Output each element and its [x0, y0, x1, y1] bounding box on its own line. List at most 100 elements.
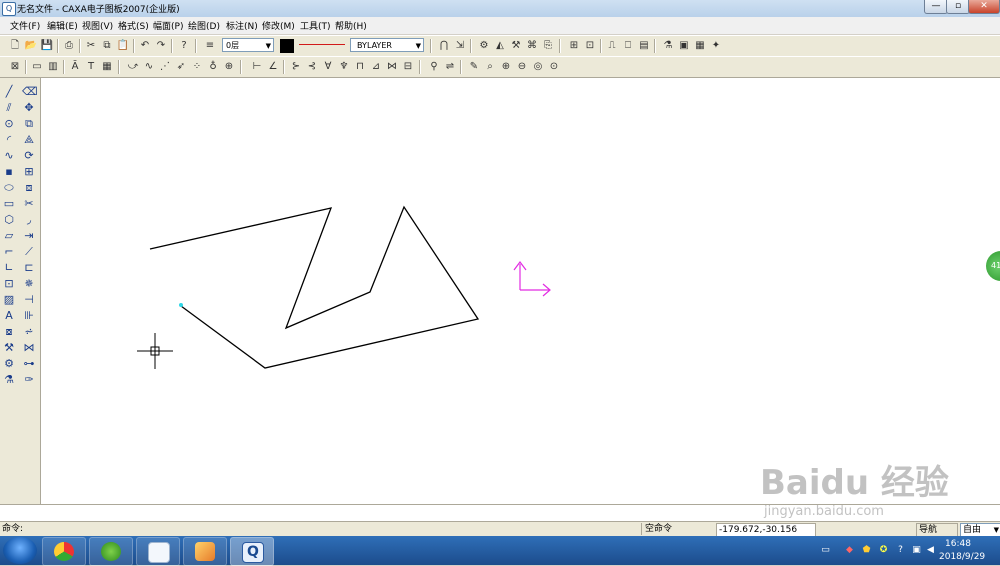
tool-icon-f[interactable]: ⁘ — [190, 60, 204, 74]
rectangle-tool-icon[interactable]: ▭ — [2, 197, 16, 211]
sheet-icon-c[interactable]: ▤ — [637, 39, 651, 53]
display-icon[interactable]: ▣ — [911, 545, 922, 556]
tool-icon-t[interactable]: ⋈ — [22, 341, 36, 355]
pointer-tool-icon[interactable]: ➶ — [174, 60, 188, 74]
help-icon[interactable]: ? — [895, 545, 906, 556]
point-tool-icon[interactable]: ▪ — [2, 165, 16, 179]
copy-icon[interactable]: ⧉ — [100, 39, 114, 53]
frame-icon[interactable]: ▭ — [30, 60, 44, 74]
sheet-icon-a[interactable]: ⎍ — [605, 39, 619, 53]
sheet-icon-b[interactable]: ⎕ — [621, 39, 635, 53]
layer-tool-icon[interactable]: ⧇ — [2, 325, 16, 339]
block-icon[interactable]: ⊞ — [567, 39, 581, 53]
new-file-icon[interactable]: 🗋 — [8, 39, 22, 53]
taskbar-app-chrome[interactable] — [42, 537, 86, 566]
center-line-icon[interactable]: ⌐ — [2, 245, 16, 259]
tool-icon-q[interactable]: ⚲ — [427, 60, 441, 74]
tool-icon-e[interactable]: ⎘ — [541, 39, 555, 53]
curve-tool-b-icon[interactable]: ∿ — [142, 60, 156, 74]
text-style-icon[interactable]: Ā — [68, 60, 82, 74]
tool-icon-m[interactable]: ⊓ — [353, 60, 367, 74]
tool-icon-x[interactable]: ✑ — [22, 373, 36, 387]
spline-tool-icon[interactable]: ∿ — [2, 149, 16, 163]
dimension-angle-icon[interactable]: ∠ — [266, 60, 280, 74]
pan-icon[interactable]: ✎ — [467, 60, 481, 74]
tool-icon-i[interactable]: ⊱ — [289, 60, 303, 74]
print-icon[interactable]: ⎙ — [62, 39, 76, 53]
menu-sheet[interactable]: 幅面(P) — [153, 19, 183, 32]
grid-icon[interactable]: ⊠ — [8, 60, 22, 74]
zoom-in-icon[interactable]: ⊕ — [499, 60, 513, 74]
title-block-icon[interactable]: ▥ — [46, 60, 60, 74]
menu-modify[interactable]: 修改(M) — [262, 19, 295, 32]
curve-tool-c-icon[interactable]: ⋰ — [158, 60, 172, 74]
tool-icon-u[interactable]: ⚙ — [2, 357, 16, 371]
volume-icon[interactable]: ◀ — [925, 545, 936, 556]
maximize-button[interactable]: ▫ — [946, 0, 970, 14]
move-icon[interactable]: ✥ — [22, 101, 36, 115]
color-swatch[interactable] — [280, 39, 294, 53]
minimize-button[interactable]: — — [924, 0, 948, 14]
paste-icon[interactable]: 📋 — [116, 39, 130, 53]
tool-icon-r[interactable]: ⇌ — [443, 60, 457, 74]
tool-icon-a[interactable]: ⚙ — [477, 39, 491, 53]
text-tool-icon[interactable]: A — [2, 309, 16, 323]
save-icon[interactable]: 💾 — [40, 39, 54, 53]
tool-icon-p[interactable]: ⊟ — [401, 60, 415, 74]
start-button[interactable] — [3, 537, 37, 564]
tool-icon-b[interactable]: ◭ — [493, 39, 507, 53]
open-folder-icon[interactable]: 📂 — [24, 39, 38, 53]
zoom-previous-icon[interactable]: ⊙ — [547, 60, 561, 74]
tool-icon-d[interactable]: ⌘ — [525, 39, 539, 53]
snap-mode-select[interactable]: 自由 ▼ — [960, 523, 1000, 537]
undo-icon[interactable]: ↶ — [138, 39, 152, 53]
ellipse-tool-icon[interactable]: ⬭ — [2, 181, 16, 195]
menu-file[interactable]: 文件(F) — [10, 19, 40, 32]
taskbar-app-caxa[interactable]: Q — [230, 537, 274, 566]
tool-icon-c[interactable]: ⚒ — [509, 39, 523, 53]
polygon-tool-icon[interactable]: ⬡ — [2, 213, 16, 227]
snap-mode-icon[interactable]: ⋂ — [437, 39, 451, 53]
cut-icon[interactable]: ✂ — [84, 39, 98, 53]
close-button[interactable]: ✕ — [968, 0, 1000, 14]
tool-icon-k[interactable]: ∀ — [321, 60, 335, 74]
menu-draw[interactable]: 绘图(D) — [188, 19, 220, 32]
stretch-icon[interactable]: ⊏ — [22, 261, 36, 275]
copy-tool-icon[interactable]: ⧉ — [22, 117, 36, 131]
taskbar-app-browser[interactable] — [89, 537, 133, 566]
circle-tool-icon[interactable]: ⊙ — [2, 117, 16, 131]
taskbar-app-paint[interactable] — [183, 537, 227, 566]
line-tool-icon[interactable]: ╱ — [2, 85, 16, 99]
navigation-toggle[interactable]: 导航 — [916, 523, 958, 537]
properties-icon[interactable]: ⩫ — [22, 325, 36, 339]
zoom-out-icon[interactable]: ⊖ — [515, 60, 529, 74]
trim-icon[interactable]: ✂ — [22, 197, 36, 211]
clock-date[interactable]: 2018/9/29 — [939, 552, 985, 562]
app-icon[interactable]: Q — [2, 2, 16, 16]
status-icon[interactable]: ✪ — [878, 545, 889, 556]
library-icon-c[interactable]: ▦ — [693, 39, 707, 53]
menu-format[interactable]: 格式(S) — [118, 19, 149, 32]
network-icon[interactable]: ▭ — [820, 545, 831, 556]
menu-help[interactable]: 帮助(H) — [335, 19, 367, 32]
scale-icon[interactable]: ⧈ — [22, 181, 36, 195]
taskbar-app-document[interactable] — [136, 537, 180, 566]
clock-time[interactable]: 16:48 — [945, 539, 971, 549]
library-icon-b[interactable]: ▣ — [677, 39, 691, 53]
dimension-linear-icon[interactable]: ⊢ — [250, 60, 264, 74]
layer-manager-icon[interactable]: ≡ — [203, 39, 217, 53]
tool-icon-o[interactable]: ⋈ — [385, 60, 399, 74]
tool-icon-g[interactable]: ♁ — [206, 60, 220, 74]
menu-edit[interactable]: 编辑(E) — [47, 19, 78, 32]
zoom-all-icon[interactable]: ◎ — [531, 60, 545, 74]
menu-tools[interactable]: 工具(T) — [300, 19, 331, 32]
align-icon[interactable]: ⊪ — [22, 309, 36, 323]
table-icon[interactable]: ▦ — [100, 60, 114, 74]
pick-icon[interactable]: ⇲ — [453, 39, 467, 53]
security-icon[interactable]: ⬟ — [861, 545, 872, 556]
menu-view[interactable]: 视图(V) — [82, 19, 113, 32]
tool-icon-l[interactable]: ♆ — [337, 60, 351, 74]
block-make-icon[interactable]: ⊡ — [2, 277, 16, 291]
block-insert-icon[interactable]: ⊡ — [583, 39, 597, 53]
tool-icon-w[interactable]: ⚗ — [2, 373, 16, 387]
